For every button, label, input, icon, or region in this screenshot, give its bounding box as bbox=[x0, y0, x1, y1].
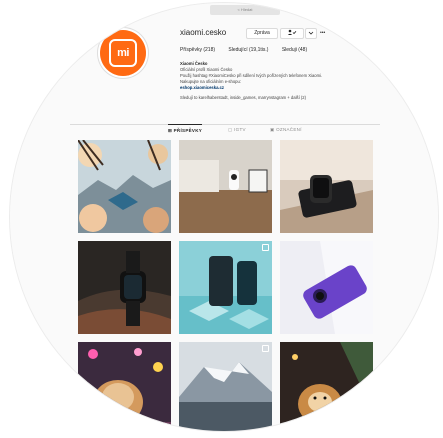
person-check-icon bbox=[287, 29, 297, 36]
bio-link[interactable]: eshop.xiaomiceska.cz bbox=[180, 85, 400, 91]
purple-phone-image bbox=[280, 241, 373, 334]
screenshot-circle-frame: < Hledat mi xiaomi.cesko Zpráva ••• Přís… bbox=[10, 3, 438, 431]
profile-handle: xiaomi.cesko bbox=[180, 28, 227, 37]
smartwatch-table-image bbox=[280, 140, 373, 233]
follow-status-button[interactable] bbox=[280, 28, 304, 39]
tab-posts-label: PŘÍSPĚVKY bbox=[173, 128, 203, 133]
chevron-down-icon bbox=[308, 31, 314, 35]
logo-text: mi bbox=[117, 47, 129, 59]
following-count[interactable]: Sleduji (48) bbox=[282, 47, 307, 53]
multiple-photos-icon bbox=[262, 244, 269, 251]
xiaomi-logo-icon: mi bbox=[109, 39, 137, 67]
profile-avatar[interactable]: mi bbox=[100, 30, 146, 76]
post-tile[interactable] bbox=[280, 342, 373, 431]
phone-teal-blocks-image bbox=[179, 241, 272, 334]
post-tile[interactable] bbox=[78, 140, 171, 233]
suggested-chevron-button[interactable] bbox=[305, 28, 317, 39]
camera-shelf-image bbox=[179, 140, 272, 233]
tab-igtv[interactable]: ▢ IGTV bbox=[228, 127, 246, 133]
message-button[interactable]: Zpráva bbox=[246, 28, 278, 39]
dog-lights-image bbox=[78, 342, 171, 431]
profile-tabs: ⊞ PŘÍSPĚVKY ▢ IGTV ▣ OZNAČENÍ bbox=[70, 124, 380, 137]
smartwatch-rock-image bbox=[78, 241, 171, 334]
profile-stats: Příspěvky (218) Sledující (19,1tis.) Sle… bbox=[180, 47, 319, 53]
multiple-photos-icon bbox=[262, 345, 269, 352]
profile-bio: Xiaomi Česko Oficiální profil Xiaomi Čes… bbox=[180, 61, 400, 101]
post-tile[interactable] bbox=[179, 342, 272, 431]
tab-posts[interactable]: ⊞ PŘÍSPĚVKY bbox=[168, 124, 203, 134]
post-tile[interactable] bbox=[78, 241, 171, 334]
post-tile[interactable] bbox=[179, 241, 272, 334]
post-tile[interactable] bbox=[280, 241, 373, 334]
flowers-mountain-image bbox=[78, 140, 171, 233]
tab-tagged-label: OZNAČENÍ bbox=[276, 127, 302, 132]
followed-by-text[interactable]: Sledují to karelhaberstadt, inside_games… bbox=[180, 95, 400, 101]
post-tile[interactable] bbox=[280, 140, 373, 233]
dog-christmas-image bbox=[280, 342, 373, 431]
search-back-bar[interactable]: < Hledat bbox=[210, 5, 280, 15]
snowy-mountain-image bbox=[179, 342, 272, 431]
instagram-profile-page: < Hledat mi xiaomi.cesko Zpráva ••• Přís… bbox=[10, 3, 438, 431]
more-options-icon[interactable]: ••• bbox=[320, 28, 325, 38]
posts-count: Příspěvky (218) bbox=[180, 47, 216, 53]
followers-count[interactable]: Sledující (19,1tis.) bbox=[228, 47, 268, 53]
post-tile[interactable] bbox=[179, 140, 272, 233]
tab-tagged[interactable]: ▣ OZNAČENÍ bbox=[270, 127, 302, 133]
post-tile[interactable] bbox=[78, 342, 171, 431]
tab-igtv-label: IGTV bbox=[234, 127, 246, 132]
